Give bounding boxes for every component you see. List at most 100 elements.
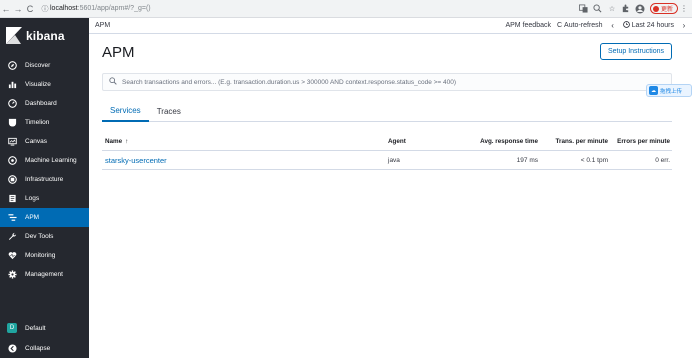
sidebar-item-apm[interactable]: APM xyxy=(0,208,89,227)
cloud-icon: ☁ xyxy=(649,86,658,95)
auto-refresh-label: Auto-refresh xyxy=(564,22,603,29)
time-back-button[interactable]: ‹ xyxy=(609,21,617,30)
sidebar-item-label: Discover xyxy=(25,62,51,69)
collapse-icon xyxy=(7,343,17,353)
column-name-label: Name xyxy=(105,138,123,145)
collapse-button[interactable]: Collapse xyxy=(0,338,89,358)
clock-icon xyxy=(622,21,630,30)
column-header-tpm[interactable]: Trans. per minute xyxy=(538,138,609,145)
drag-upload-label: 拖拽上传 xyxy=(660,88,683,95)
address-bar[interactable]: ⓘ localhost:5601/app/apm#/?_g=() xyxy=(40,2,578,16)
search-icon xyxy=(109,77,117,87)
table-header: Name ↑ Agent Avg. response time Trans. p… xyxy=(102,133,672,151)
column-header-avg-response[interactable]: Avg. response time xyxy=(458,138,538,145)
agent-cell: java xyxy=(388,156,400,164)
logs-icon xyxy=(7,194,17,204)
tab-traces[interactable]: Traces xyxy=(149,100,189,122)
kibana-logo[interactable]: kibana xyxy=(0,18,89,54)
sidebar-item-label: Dev Tools xyxy=(25,233,54,240)
reload-icon[interactable]: C xyxy=(24,2,36,16)
canvas-icon xyxy=(7,137,17,147)
sidebar-item-label: Timelion xyxy=(25,119,50,126)
update-button[interactable]: 更新 xyxy=(649,3,678,14)
avg-response-cell: 197 ms xyxy=(516,156,538,164)
apm-icon xyxy=(7,213,17,223)
sidebar-item-dashboard[interactable]: Dashboard xyxy=(0,94,89,113)
sidebar-item-label: Canvas xyxy=(25,138,48,145)
star-icon[interactable]: ☆ xyxy=(606,3,618,15)
sidebar-item-logs[interactable]: Logs xyxy=(0,189,89,208)
sidebar-item-label: Logs xyxy=(25,195,40,202)
dashboard-icon xyxy=(7,99,17,109)
time-range-picker[interactable]: Last 24 hours xyxy=(622,21,674,30)
update-label: 更新 xyxy=(660,7,673,13)
browser-toolbar: ← → C ⓘ localhost:5601/app/apm#/?_g=() ☆… xyxy=(0,0,692,18)
apm-feedback-link[interactable]: APM feedback xyxy=(505,22,551,29)
more-menu-icon[interactable]: ⋮ xyxy=(680,4,688,13)
column-header-errors[interactable]: Errors per minute xyxy=(608,138,672,145)
url-path: :5601/app/apm#/?_g=() xyxy=(77,5,151,12)
back-icon[interactable]: ← xyxy=(0,2,12,16)
bar-chart-icon xyxy=(7,80,17,90)
tab-services[interactable]: Services xyxy=(102,100,149,122)
sidebar-item-label: Management xyxy=(25,271,63,278)
table-row: starsky-usercenter java 197 ms < 0.1 tpm… xyxy=(102,151,672,170)
search-input[interactable] xyxy=(122,78,671,86)
sidebar-item-label: Infrastructure xyxy=(25,176,64,183)
service-name-cell: starsky-usercenter xyxy=(102,156,388,165)
brand-name: kibana xyxy=(26,29,65,43)
sidebar-item-discover[interactable]: Discover xyxy=(0,56,89,75)
drag-upload-badge[interactable]: ☁ 拖拽上传 xyxy=(646,84,692,97)
sidebar-item-timelion[interactable]: Timelion xyxy=(0,113,89,132)
search-bar[interactable] xyxy=(102,73,672,91)
gear-icon xyxy=(7,270,17,280)
breadcrumb[interactable]: APM xyxy=(95,22,505,29)
sidebar: kibana Discover Visualize Dashboard Time… xyxy=(0,18,89,358)
service-link[interactable]: starsky-usercenter xyxy=(105,156,167,165)
tpm-cell: < 0.1 tpm xyxy=(580,156,608,164)
setup-instructions-button[interactable]: Setup Instructions xyxy=(600,43,672,60)
shield-icon xyxy=(7,118,17,128)
time-forward-button[interactable]: › xyxy=(680,21,688,30)
sidebar-item-infrastructure[interactable]: Infrastructure xyxy=(0,170,89,189)
extensions-icon[interactable] xyxy=(620,3,632,15)
chevron-left-icon: ‹ xyxy=(611,21,614,30)
top-bar: APM APM feedback C Auto-refresh ‹ Last 2… xyxy=(89,18,692,34)
column-header-agent[interactable]: Agent xyxy=(388,138,458,145)
translate-icon[interactable] xyxy=(578,3,590,15)
wrench-icon xyxy=(7,232,17,242)
sidebar-item-machine-learning[interactable]: Machine Learning xyxy=(0,151,89,170)
heartbeat-icon xyxy=(7,251,17,261)
column-header-name[interactable]: Name ↑ xyxy=(102,138,388,145)
main-content: APM Setup Instructions Services Traces N… xyxy=(89,34,692,358)
sidebar-item-label: APM xyxy=(25,214,40,221)
sidebar-item-dev-tools[interactable]: Dev Tools xyxy=(0,227,89,246)
collapse-label: Collapse xyxy=(25,344,51,352)
space-avatar: D xyxy=(7,323,17,333)
refresh-icon: C xyxy=(556,22,563,29)
kibana-logo-icon xyxy=(6,27,22,45)
update-dot-icon xyxy=(652,5,659,12)
sidebar-item-visualize[interactable]: Visualize xyxy=(0,75,89,94)
space-label: Default xyxy=(25,324,46,332)
space-selector[interactable]: D Default xyxy=(0,318,89,338)
zoom-icon[interactable] xyxy=(592,3,604,15)
url-text: localhost:5601/app/apm#/?_g=() xyxy=(50,5,151,12)
sidebar-item-label: Machine Learning xyxy=(25,157,77,164)
chevron-right-icon: › xyxy=(682,21,686,30)
sidebar-item-label: Visualize xyxy=(25,81,51,88)
sort-arrow-up-icon: ↑ xyxy=(125,138,129,145)
info-icon: ⓘ xyxy=(41,5,49,13)
profile-icon[interactable] xyxy=(634,3,646,15)
sidebar-item-monitoring[interactable]: Monitoring xyxy=(0,246,89,265)
sidebar-item-label: Dashboard xyxy=(25,100,57,107)
errors-cell: 0 err. xyxy=(655,156,670,164)
url-host: localhost xyxy=(50,5,78,12)
nav-menu: Discover Visualize Dashboard Timelion Ca… xyxy=(0,56,89,284)
services-table: Name ↑ Agent Avg. response time Trans. p… xyxy=(102,133,672,170)
sidebar-item-canvas[interactable]: Canvas xyxy=(0,132,89,151)
forward-icon[interactable]: → xyxy=(12,2,24,16)
auto-refresh-button[interactable]: C Auto-refresh xyxy=(557,22,603,29)
page-title: APM xyxy=(102,44,135,61)
sidebar-item-management[interactable]: Management xyxy=(0,265,89,284)
